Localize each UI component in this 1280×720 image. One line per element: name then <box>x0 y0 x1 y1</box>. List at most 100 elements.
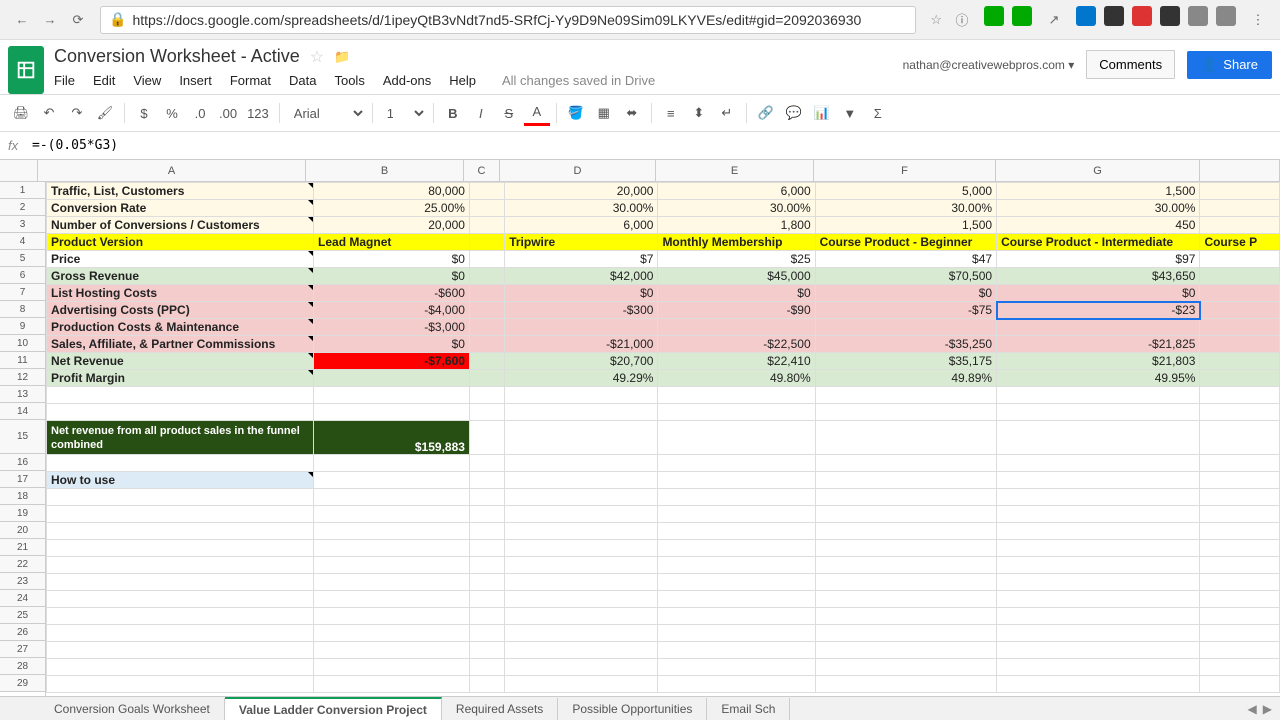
formula-input[interactable] <box>32 138 1272 153</box>
cell[interactable] <box>815 642 996 659</box>
cell[interactable] <box>505 472 658 489</box>
cell[interactable] <box>469 472 504 489</box>
cell[interactable] <box>1200 336 1280 353</box>
reload-button[interactable]: ⟳ <box>64 6 92 34</box>
cell[interactable]: 49.80% <box>658 370 815 387</box>
cell[interactable] <box>658 506 815 523</box>
font-size-select[interactable]: 10 <box>379 103 427 124</box>
cell[interactable] <box>1200 574 1280 591</box>
cell[interactable] <box>505 455 658 472</box>
cell[interactable] <box>997 642 1200 659</box>
currency-icon[interactable]: $ <box>131 100 157 126</box>
cell[interactable] <box>997 455 1200 472</box>
sheet-tab-active[interactable]: Value Ladder Conversion Project <box>225 697 442 720</box>
cell[interactable]: $159,883 <box>314 421 470 455</box>
cell[interactable]: 30.00% <box>658 200 815 217</box>
cell[interactable]: $0 <box>314 251 470 268</box>
row-header[interactable]: 21 <box>0 539 45 556</box>
filter-icon[interactable]: ▼ <box>837 100 863 126</box>
cell[interactable]: -$7,600 <box>314 353 470 370</box>
menu-data[interactable]: Data <box>289 73 316 88</box>
cell[interactable] <box>505 591 658 608</box>
cell[interactable] <box>314 659 470 676</box>
cell[interactable] <box>469 370 504 387</box>
cell[interactable]: 20,000 <box>505 183 658 200</box>
menu-edit[interactable]: Edit <box>93 73 115 88</box>
cell[interactable]: List Hosting Costs <box>47 285 314 302</box>
cell[interactable] <box>658 557 815 574</box>
sheets-logo[interactable] <box>8 46 44 94</box>
cell[interactable] <box>505 404 658 421</box>
menu-format[interactable]: Format <box>230 73 271 88</box>
cell[interactable] <box>505 557 658 574</box>
cell[interactable] <box>469 642 504 659</box>
row-header[interactable]: 20 <box>0 522 45 539</box>
cell[interactable] <box>47 608 314 625</box>
comment-icon[interactable]: 💬 <box>781 100 807 126</box>
cell[interactable]: Conversion Rate <box>47 200 314 217</box>
cell[interactable] <box>815 608 996 625</box>
cell[interactable]: $21,803 <box>997 353 1200 370</box>
col-header-C[interactable]: C <box>464 160 500 181</box>
cell[interactable] <box>47 642 314 659</box>
cell[interactable]: $0 <box>658 285 815 302</box>
cell[interactable]: $45,000 <box>658 268 815 285</box>
cell[interactable] <box>1200 455 1280 472</box>
cell[interactable] <box>47 404 314 421</box>
cell[interactable] <box>997 591 1200 608</box>
cell[interactable] <box>469 285 504 302</box>
cell[interactable]: -$90 <box>658 302 815 319</box>
cell[interactable] <box>997 676 1200 693</box>
menu-file[interactable]: File <box>54 73 75 88</box>
tab-prev-icon[interactable]: ◀ <box>1248 702 1257 716</box>
cell[interactable] <box>815 387 996 404</box>
cell[interactable]: $0 <box>314 268 470 285</box>
cell[interactable] <box>469 523 504 540</box>
functions-icon[interactable]: Σ <box>865 100 891 126</box>
cell[interactable]: $42,000 <box>505 268 658 285</box>
cell[interactable]: 30.00% <box>815 200 996 217</box>
col-header-H[interactable] <box>1200 160 1280 181</box>
cell[interactable] <box>997 472 1200 489</box>
cell[interactable] <box>997 625 1200 642</box>
cell[interactable] <box>815 404 996 421</box>
cell[interactable]: -$600 <box>314 285 470 302</box>
cell[interactable] <box>314 625 470 642</box>
cell[interactable] <box>1200 370 1280 387</box>
cell[interactable] <box>469 540 504 557</box>
cell[interactable] <box>1200 540 1280 557</box>
menu-addons[interactable]: Add-ons <box>383 73 431 88</box>
chart-icon[interactable]: 📊 <box>809 100 835 126</box>
row-header[interactable]: 4 <box>0 233 45 250</box>
cell[interactable] <box>469 404 504 421</box>
cell[interactable]: $0 <box>505 285 658 302</box>
cell[interactable] <box>815 591 996 608</box>
menu-tools[interactable]: Tools <box>334 73 364 88</box>
cell[interactable]: $47 <box>815 251 996 268</box>
cell[interactable] <box>505 676 658 693</box>
folder-icon[interactable]: 📁 <box>334 49 350 65</box>
cell[interactable] <box>815 574 996 591</box>
cell[interactable]: 30.00% <box>997 200 1200 217</box>
cell[interactable]: Product Version <box>47 234 314 251</box>
user-email[interactable]: nathan@creativewebpros.com ▾ <box>903 58 1075 72</box>
cell[interactable]: 6,000 <box>505 217 658 234</box>
url-bar[interactable]: 🔒 https://docs.google.com/spreadsheets/d… <box>100 6 916 34</box>
cell[interactable] <box>505 506 658 523</box>
cell[interactable]: How to use <box>47 472 314 489</box>
cell[interactable]: $0 <box>314 336 470 353</box>
cell[interactable] <box>658 404 815 421</box>
cell[interactable]: 25.00% <box>314 200 470 217</box>
cell[interactable]: 30.00% <box>505 200 658 217</box>
menu-help[interactable]: Help <box>449 73 476 88</box>
cell[interactable] <box>997 404 1200 421</box>
menu-icon[interactable]: ⋮ <box>1244 6 1272 34</box>
valign-icon[interactable]: ⬍ <box>686 100 712 126</box>
cell[interactable] <box>314 489 470 506</box>
bold-icon[interactable]: B <box>440 100 466 126</box>
paint-format-icon[interactable]: 🖌 <box>92 100 118 126</box>
cell[interactable] <box>47 540 314 557</box>
extension-icon[interactable] <box>1012 6 1032 26</box>
cell[interactable] <box>658 421 815 455</box>
cell[interactable]: Monthly Membership <box>658 234 815 251</box>
